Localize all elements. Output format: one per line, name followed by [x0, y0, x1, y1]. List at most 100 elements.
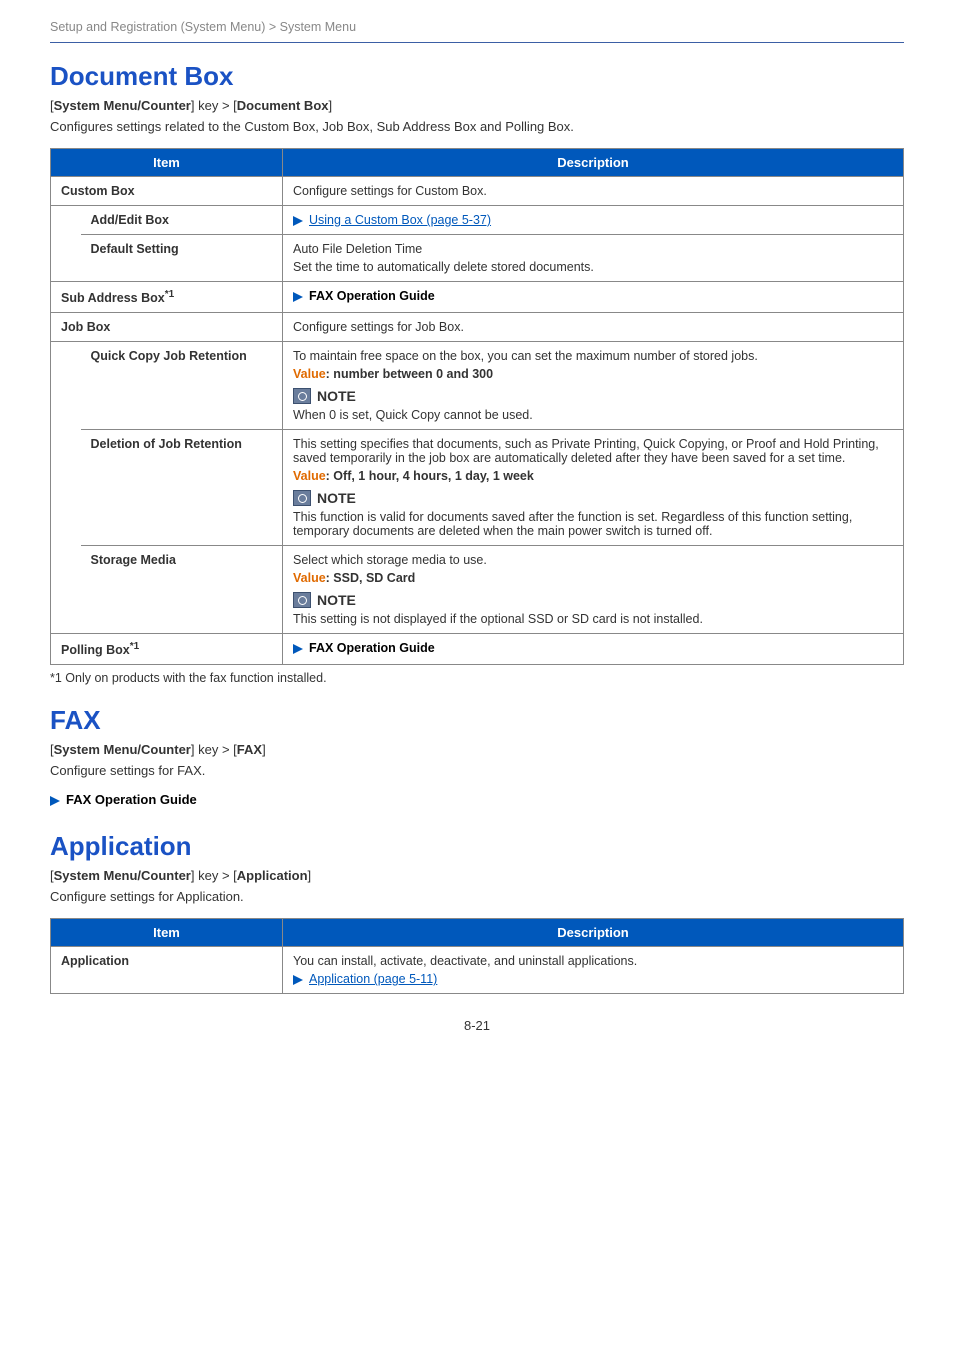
- table-row: Quick Copy Job Retention To maintain fre…: [51, 342, 904, 430]
- note-icon: [293, 592, 311, 608]
- cell-item: Polling Box*1: [51, 634, 283, 665]
- table-row: Polling Box*1 FAX Operation Guide: [51, 634, 904, 665]
- table-row: Custom Box Configure settings for Custom…: [51, 177, 904, 206]
- path-key: Document Box: [237, 98, 329, 113]
- label-text: Sub Address Box: [61, 291, 165, 305]
- cell-item: Custom Box: [51, 177, 283, 206]
- header-desc: Description: [283, 919, 904, 947]
- cell-desc: FAX Operation Guide: [283, 634, 904, 665]
- value-text: : SSD, SD Card: [326, 571, 416, 585]
- table-header-row: Item Description: [51, 919, 904, 947]
- xref-link[interactable]: FAX Operation Guide: [66, 792, 197, 807]
- fax-xref: FAX Operation Guide: [50, 792, 904, 807]
- arrow-icon: [50, 796, 60, 806]
- value-line: Value: number between 0 and 300: [293, 367, 893, 381]
- path-key: System Menu/Counter: [54, 98, 191, 113]
- cell-item: Storage Media: [81, 546, 283, 634]
- arrow-icon: [293, 975, 303, 985]
- cell-item: Sub Address Box*1: [51, 282, 283, 313]
- link-line: Application (page 5-11): [293, 972, 893, 986]
- table-row: Application You can install, activate, d…: [51, 947, 904, 994]
- heading-document-box: Document Box: [50, 61, 904, 92]
- cell-desc: Using a Custom Box (page 5-37): [283, 206, 904, 235]
- heading-application: Application: [50, 831, 904, 862]
- note-text: This setting is not displayed if the opt…: [293, 612, 893, 626]
- table-header-row: Item Description: [51, 149, 904, 177]
- cell-item: Quick Copy Job Retention: [81, 342, 283, 430]
- fax-desc: Configure settings for FAX.: [50, 763, 904, 778]
- app-table: Item Description Application You can ins…: [50, 918, 904, 994]
- xref-link[interactable]: FAX Operation Guide: [309, 289, 435, 303]
- note-label: NOTE: [317, 388, 356, 404]
- arrow-icon: [293, 644, 303, 654]
- table-row: Deletion of Job Retention This setting s…: [51, 430, 904, 546]
- cell-item: Deletion of Job Retention: [81, 430, 283, 546]
- docbox-desc: Configures settings related to the Custo…: [50, 119, 904, 134]
- note-label: NOTE: [317, 490, 356, 506]
- note-label: NOTE: [317, 592, 356, 608]
- cell-item: Default Setting: [81, 235, 283, 282]
- heading-fax: FAX: [50, 705, 904, 736]
- desc-line: Select which storage media to use.: [293, 553, 893, 567]
- path-key: FAX: [237, 742, 262, 757]
- cell-item: Job Box: [51, 313, 283, 342]
- note-block: NOTE: [293, 592, 893, 608]
- table-row: Add/Edit Box Using a Custom Box (page 5-…: [51, 206, 904, 235]
- bracket: ]: [329, 98, 333, 113]
- cell-desc: Select which storage media to use. Value…: [283, 546, 904, 634]
- docbox-path: [System Menu/Counter] key > [Document Bo…: [50, 98, 904, 113]
- cell-desc: To maintain free space on the box, you c…: [283, 342, 904, 430]
- note-icon: [293, 388, 311, 404]
- value-line: Value: Off, 1 hour, 4 hours, 1 day, 1 we…: [293, 469, 893, 483]
- table-row: Sub Address Box*1 FAX Operation Guide: [51, 282, 904, 313]
- cell-desc: You can install, activate, deactivate, a…: [283, 947, 904, 994]
- path-key: System Menu/Counter: [54, 742, 191, 757]
- note-text: When 0 is set, Quick Copy cannot be used…: [293, 408, 893, 422]
- value-line: Value: SSD, SD Card: [293, 571, 893, 585]
- cell-desc: Configure settings for Job Box.: [283, 313, 904, 342]
- table-row: Storage Media Select which storage media…: [51, 546, 904, 634]
- table-row: Default Setting Auto File Deletion Time …: [51, 235, 904, 282]
- indent-spacer: [51, 206, 81, 282]
- note-text: This function is valid for documents sav…: [293, 510, 893, 538]
- path-key: System Menu/Counter: [54, 868, 191, 883]
- desc-line: This setting specifies that documents, s…: [293, 437, 893, 465]
- breadcrumb: Setup and Registration (System Menu) > S…: [50, 20, 904, 43]
- note-icon: [293, 490, 311, 506]
- cell-desc: Auto File Deletion Time Set the time to …: [283, 235, 904, 282]
- docbox-table: Item Description Custom Box Configure se…: [50, 148, 904, 665]
- path-mid: ] key > [: [191, 98, 237, 113]
- footnote: *1 Only on products with the fax functio…: [50, 671, 904, 685]
- value-label: Value: [293, 469, 326, 483]
- cell-item: Application: [51, 947, 283, 994]
- desc-line: You can install, activate, deactivate, a…: [293, 954, 893, 968]
- value-text: : Off, 1 hour, 4 hours, 1 day, 1 week: [326, 469, 534, 483]
- header-item: Item: [51, 149, 283, 177]
- xref-link[interactable]: FAX Operation Guide: [309, 641, 435, 655]
- xref-link[interactable]: Application (page 5-11): [309, 972, 437, 986]
- path-key: Application: [237, 868, 308, 883]
- indent-spacer: [51, 342, 81, 634]
- value-label: Value: [293, 571, 326, 585]
- note-block: NOTE: [293, 388, 893, 404]
- cell-desc: This setting specifies that documents, s…: [283, 430, 904, 546]
- cell-desc: Configure settings for Custom Box.: [283, 177, 904, 206]
- app-desc: Configure settings for Application.: [50, 889, 904, 904]
- footnote-ref: *1: [130, 641, 139, 652]
- page-number: 8-21: [50, 1018, 904, 1033]
- cell-item: Add/Edit Box: [81, 206, 283, 235]
- header-item: Item: [51, 919, 283, 947]
- value-label: Value: [293, 367, 326, 381]
- desc-line: To maintain free space on the box, you c…: [293, 349, 893, 363]
- desc-line: Auto File Deletion Time: [293, 242, 893, 256]
- xref-link[interactable]: Using a Custom Box (page 5-37): [309, 213, 491, 227]
- fax-path: [System Menu/Counter] key > [FAX]: [50, 742, 904, 757]
- arrow-icon: [293, 292, 303, 302]
- label-text: Polling Box: [61, 643, 130, 657]
- header-desc: Description: [283, 149, 904, 177]
- cell-desc: FAX Operation Guide: [283, 282, 904, 313]
- footnote-ref: *1: [165, 289, 174, 300]
- note-block: NOTE: [293, 490, 893, 506]
- table-row: Job Box Configure settings for Job Box.: [51, 313, 904, 342]
- value-text: : number between 0 and 300: [326, 367, 493, 381]
